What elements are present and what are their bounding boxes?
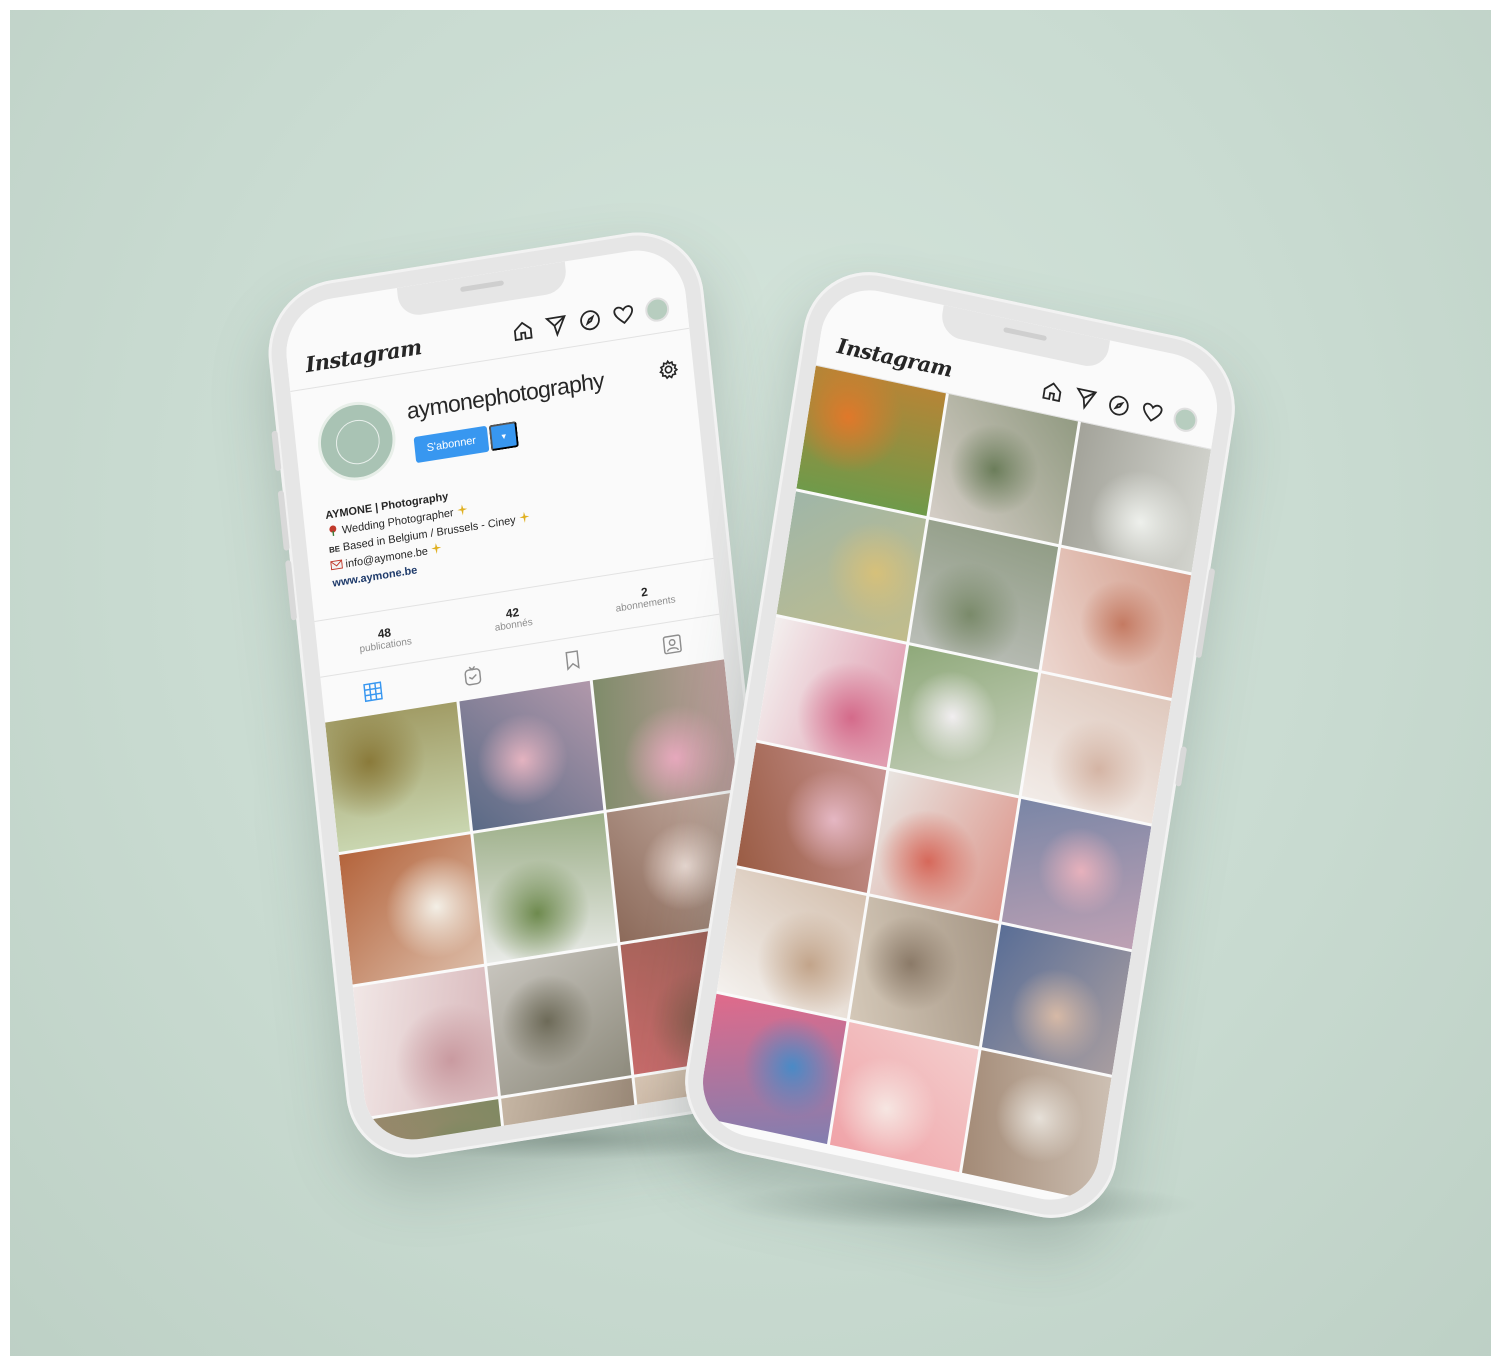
stat-followers[interactable]: 42 abonnés xyxy=(493,603,533,634)
phone-right-screen: Instagram xyxy=(695,280,1225,1210)
photo-groom-pink-suit[interactable] xyxy=(593,659,738,810)
photo-rings[interactable] xyxy=(325,701,470,853)
photo-bounce-castle[interactable] xyxy=(696,993,847,1145)
volume-button xyxy=(284,559,298,621)
avatar[interactable] xyxy=(644,295,671,323)
photo-brick-wall[interactable] xyxy=(736,742,886,893)
grid-icon[interactable] xyxy=(360,679,384,704)
sparkle-emoji-icon xyxy=(519,511,530,523)
heart-icon[interactable] xyxy=(610,301,636,329)
more-options-button[interactable]: ▾ xyxy=(488,420,520,452)
photo-arcade[interactable] xyxy=(849,896,999,1047)
photo-grooms-kiss[interactable] xyxy=(459,680,604,831)
profile-avatar[interactable] xyxy=(314,396,400,487)
photo-bride-hands[interactable] xyxy=(1022,673,1172,824)
power-button xyxy=(1195,567,1216,659)
photo-succulent-rings[interactable] xyxy=(776,491,926,642)
photo-church-couple[interactable] xyxy=(929,393,1079,545)
photo-bride-bouquet[interactable] xyxy=(756,616,906,768)
side-button xyxy=(1174,746,1188,787)
saved-icon[interactable] xyxy=(560,647,584,672)
sparkle-emoji-icon xyxy=(431,543,442,554)
photo-hair-detail[interactable] xyxy=(1041,547,1192,698)
photo-bubbles[interactable] xyxy=(962,1050,1112,1201)
photo-lace-hands[interactable] xyxy=(352,966,498,1117)
photo-blue-closeup[interactable] xyxy=(982,924,1132,1075)
photo-garden-kiss[interactable] xyxy=(889,645,1039,796)
photo-flowers-table[interactable] xyxy=(796,365,946,516)
header-icons xyxy=(510,295,671,344)
gear-icon[interactable] xyxy=(657,357,681,382)
home-icon[interactable] xyxy=(510,317,536,345)
home-icon[interactable] xyxy=(1039,377,1066,406)
stat-publications[interactable]: 48 publications xyxy=(358,622,412,655)
explore-icon[interactable] xyxy=(577,306,603,334)
tagged-icon[interactable] xyxy=(660,631,684,656)
photo-grid xyxy=(696,365,1212,1201)
photo-gate-couple[interactable] xyxy=(909,519,1059,670)
photo-shoes-pink[interactable] xyxy=(1002,798,1152,950)
sparkle-emoji-icon xyxy=(457,504,468,516)
phone-right: Instagram xyxy=(675,259,1245,1231)
bouquet-emoji-icon xyxy=(329,525,337,537)
photo-bride-dress[interactable] xyxy=(716,868,867,1019)
avatar[interactable] xyxy=(1171,404,1200,434)
direct-icon[interactable] xyxy=(1072,384,1099,413)
photo-chapel[interactable] xyxy=(486,945,632,1096)
explore-icon[interactable] xyxy=(1105,391,1132,420)
heart-icon[interactable] xyxy=(1139,398,1166,427)
volume-button xyxy=(271,430,282,472)
follow-button[interactable]: S'abonner xyxy=(413,425,490,464)
igtv-icon[interactable] xyxy=(460,663,484,688)
volume-button xyxy=(277,490,290,551)
photo-window-couple[interactable] xyxy=(1061,422,1212,573)
stat-following[interactable]: 2 abonnements xyxy=(614,580,676,615)
photo-bouquet-white[interactable] xyxy=(338,834,484,985)
instagram-logo[interactable]: Instagram xyxy=(304,334,422,377)
direct-icon[interactable] xyxy=(543,311,569,339)
photo-table-setting[interactable] xyxy=(869,770,1019,921)
profile-username: aymonephotography xyxy=(405,366,606,424)
photo-couple-field[interactable] xyxy=(472,813,618,964)
envelope-emoji-icon xyxy=(330,559,344,571)
photo-peonies[interactable] xyxy=(829,1021,979,1173)
flag-be-emoji: BE xyxy=(328,544,341,555)
